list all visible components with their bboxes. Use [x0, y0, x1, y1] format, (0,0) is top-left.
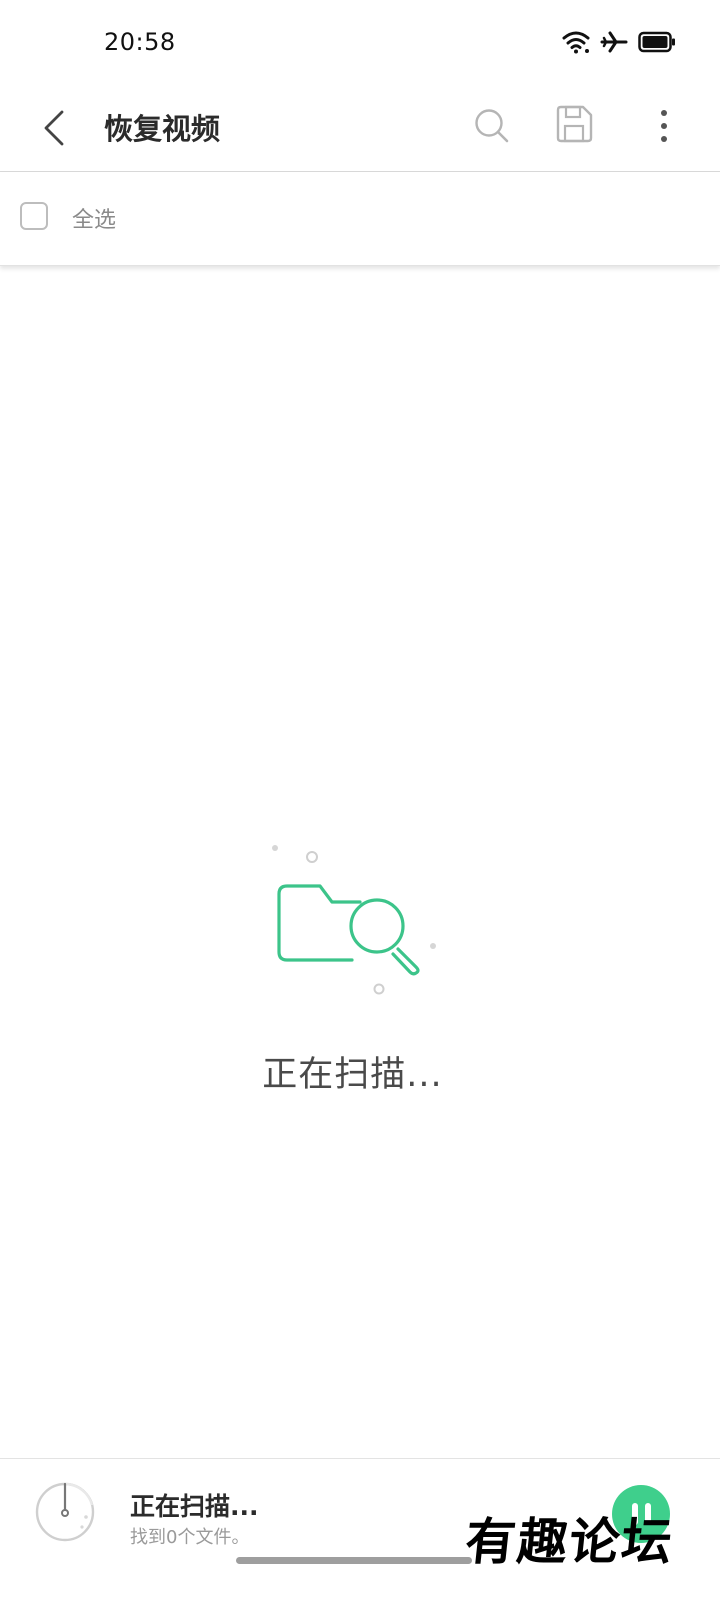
more-vertical-icon [661, 110, 667, 142]
page-title: 恢复视频 [104, 112, 221, 146]
app-bar: 恢复视频 [0, 88, 720, 172]
status-time: 20:58 [104, 28, 176, 56]
folder-search-icon [272, 845, 436, 995]
search-button[interactable] [468, 102, 516, 150]
home-indicator[interactable] [236, 1557, 472, 1564]
select-all-row[interactable]: 全选 [0, 172, 720, 266]
select-all-label: 全选 [72, 208, 117, 233]
battery-icon [638, 31, 675, 53]
watermark-text: 有趣论坛 [462, 1512, 677, 1571]
save-icon [556, 105, 593, 143]
app-screen: 20:58 恢复视频 全选 正在扫描... 正在扫描... 找到0个文件。 有趣… [0, 0, 720, 1600]
back-button[interactable] [30, 104, 78, 152]
back-arrow-icon [44, 110, 64, 146]
scanning-message: 正在扫描... [262, 1055, 443, 1095]
status-icons [562, 30, 676, 54]
scan-progress-dial-icon [35, 1482, 95, 1542]
status-bar: 20:58 [0, 0, 720, 88]
more-options-button[interactable] [644, 100, 684, 152]
scan-status-subtitle: 找到0个文件。 [130, 1527, 250, 1548]
scan-status-title: 正在扫描... [130, 1492, 259, 1521]
wifi-icon [562, 31, 590, 54]
save-button[interactable] [550, 100, 598, 148]
airplane-mode-icon [600, 31, 628, 53]
select-all-checkbox[interactable] [20, 202, 48, 230]
search-icon [475, 109, 509, 143]
